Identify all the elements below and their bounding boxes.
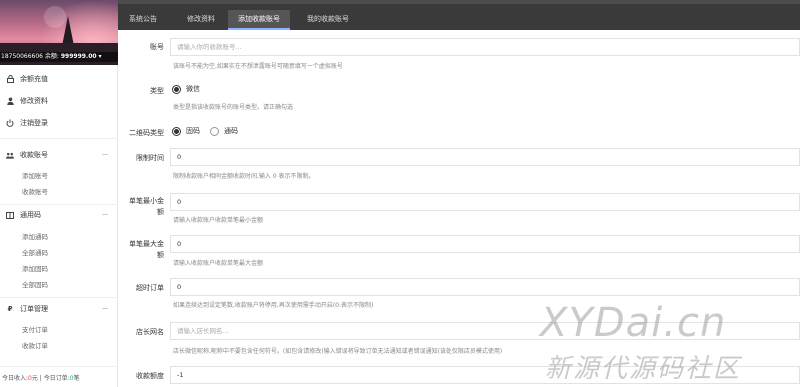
sidebar-item-profile[interactable]: 修改资料 — [0, 94, 118, 108]
collapse-icon[interactable]: — — [102, 305, 108, 312]
today-income-label: 今日收入: — [2, 375, 29, 382]
caret-down-icon: ▾ — [98, 53, 102, 60]
sidebar-item-orders[interactable]: ₽ 订单管理 — — [0, 302, 118, 316]
tab-my-accounts[interactable]: 我的收款账号 — [298, 10, 358, 28]
p-icon: ₽ — [7, 305, 13, 313]
account-label: 账号 — [150, 43, 164, 51]
sidebar-item-label: 订单管理 — [20, 305, 48, 313]
radio-checked-icon[interactable] — [172, 84, 181, 94]
sidebar-item-label: 收款账号 — [20, 151, 48, 159]
sidebar-subitem-pay-orders[interactable]: 支付订单 — [22, 324, 48, 336]
min-amount-label: 单笔最小金额 — [129, 197, 164, 216]
type-radio-wechat[interactable]: 微信 — [172, 84, 200, 94]
sidebar-item-accounts[interactable]: 收款账号 — — [0, 148, 118, 162]
lock-icon — [6, 75, 14, 83]
account-hint: 该账号不能为空,如果实在不想泄露账号可随意填写一个虚拟账号 — [173, 63, 343, 70]
type-option-label: 微信 — [186, 85, 200, 93]
watermark-subtitle: 新源代源码社区 — [545, 354, 742, 384]
sidebar-subitem-all-universal[interactable]: 全部通码 — [22, 247, 48, 259]
sidebar-item-label: 修改资料 — [20, 97, 48, 105]
timeout-hint: 如果连续达到设定笔数,收款账户将停用,再次使用需手动开启(0:表示不限制) — [173, 302, 374, 309]
sidebar-item-recharge[interactable]: 余额充值 — [0, 72, 118, 86]
sidebar-item-logout[interactable]: 注销登录 — [0, 116, 118, 130]
shop-name-hint: 店长微信昵称,昵称中不要包含任何符号。(如包含请修改)输入错误将导致订单无法通知… — [173, 348, 503, 355]
min-amount-input[interactable]: 0 — [170, 193, 800, 211]
collapse-icon[interactable]: — — [102, 151, 108, 158]
sidebar-subitem-all-fixed[interactable]: 全部固码 — [22, 279, 48, 291]
max-amount-input[interactable]: 0 — [170, 235, 800, 253]
max-amount-hint: 请输入收款账户收款单笔最大金额 — [173, 260, 264, 267]
min-amount-hint: 请输入收款账户收款单笔最小金额 — [173, 217, 264, 224]
balance-label: 余额: — [44, 53, 59, 60]
radio-checked-icon[interactable] — [172, 126, 181, 136]
collapse-icon[interactable]: — — [102, 211, 108, 218]
tab-bar: 系统公告 修改资料 添加收款账号 我的收款账号 — [118, 0, 800, 30]
sidebar-item-label: 余额充值 — [20, 75, 48, 83]
sidebar-item-label: 注销登录 — [20, 119, 48, 127]
account-input[interactable]: 请输入你的收款账号... — [170, 38, 800, 56]
power-icon — [6, 119, 14, 127]
user-icon — [6, 97, 14, 105]
sidebar-subitem-add-fixed[interactable]: 添加固码 — [22, 263, 48, 275]
type-hint: 类型是指该收款账号的账号类型。请正确勾选 — [173, 104, 294, 111]
today-orders-label: 今日订单: — [43, 375, 70, 382]
quota-label: 收款额度 — [136, 372, 164, 380]
balance-value: 999999.00 — [60, 53, 97, 60]
group-icon — [6, 151, 14, 159]
time-limit-hint: 限制收款账户相同金额收款时间,输入 0 表示不限制。 — [173, 173, 315, 180]
user-info[interactable]: 18750066606 余额: 999999.00 ▾ — [0, 52, 118, 62]
today-orders-unit: 笔 — [73, 375, 80, 382]
qr-type-option-label: 固码 — [186, 127, 200, 135]
shop-name-label: 店长网名 — [136, 328, 164, 336]
book-icon — [6, 211, 14, 219]
today-income-unit: 元 — [31, 375, 38, 382]
timeout-label: 超时订单 — [136, 284, 164, 292]
qr-type-label: 二维码类型 — [129, 129, 164, 137]
profile-header: 18750066606 余额: 999999.00 ▾ — [0, 0, 118, 65]
sidebar-subitem-add-universal[interactable]: 添加通码 — [22, 231, 48, 243]
sidebar-subitem-accounts[interactable]: 收款账号 — [22, 186, 48, 198]
max-amount-label: 单笔最大金额 — [129, 240, 164, 259]
tab-add-account[interactable]: 添加收款账号 — [228, 10, 290, 30]
sidebar: 18750066606 余额: 999999.00 ▾ 余额充值 修改资料 注销… — [0, 0, 118, 387]
sidebar-item-label: 通用码 — [20, 211, 41, 219]
radio-unchecked-icon[interactable] — [210, 126, 219, 136]
time-limit-label: 限制时间 — [136, 154, 164, 162]
sidebar-subitem-receive-orders[interactable]: 收款订单 — [22, 340, 48, 352]
watermark-logo: XYDai.cn — [540, 300, 727, 346]
tab-notice[interactable]: 系统公告 — [118, 10, 168, 28]
qr-type-radio-universal[interactable]: 通码 — [210, 126, 238, 136]
user-phone: 18750066606 — [1, 53, 43, 60]
tab-edit-profile[interactable]: 修改资料 — [176, 10, 226, 28]
sidebar-subitem-add-account[interactable]: 添加账号 — [22, 170, 48, 182]
qr-type-option-label: 通码 — [224, 127, 238, 135]
qr-type-radio-fixed[interactable]: 固码 — [172, 126, 200, 136]
type-label: 类型 — [150, 87, 164, 95]
time-limit-input[interactable]: 0 — [170, 148, 800, 166]
today-stats: 今日收入:0元 | 今日订单:0笔 — [2, 375, 80, 382]
timeout-input[interactable]: 0 — [170, 278, 800, 296]
sidebar-item-universal-code[interactable]: 通用码 — — [0, 208, 118, 222]
